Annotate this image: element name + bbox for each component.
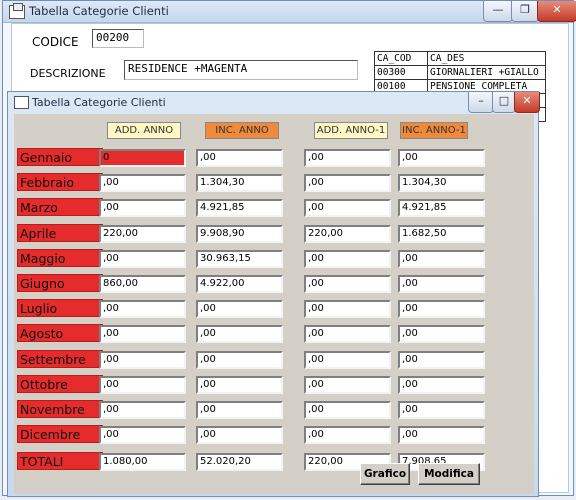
value-field[interactable]: ,00 [99,350,186,369]
maximize-button[interactable]: □ [492,92,516,113]
descrizione-input[interactable]: RESIDENCE +MAGENTA [124,60,358,80]
value-field[interactable]: 4.922,00 [196,275,283,293]
value-field[interactable]: ,00 [304,275,391,293]
column-header: INC. ANNO-1 [400,122,468,139]
value-field[interactable]: ,00 [99,300,186,319]
value-field[interactable]: ,00 [304,174,391,193]
month-label: Dicembre [17,425,103,444]
close-button[interactable]: ✕ [537,1,576,22]
value-field[interactable]: ,00 [99,174,186,193]
foreground-title-bar[interactable]: Tabella Categorie Clienti – □ ✕ [8,92,540,114]
value-field[interactable]: ,00 [99,426,186,445]
descrizione-label: DESCRIZIONE [30,67,106,80]
value-field[interactable]: 4.921,85 [196,199,283,218]
value-field[interactable]: ,00 [304,401,391,419]
month-label: Agosto [17,324,103,343]
value-field[interactable]: 220,00 [304,224,391,243]
total-field: 52.020,20 [196,453,283,472]
app-icon [14,96,29,109]
totals-label: TOTALI [17,452,103,471]
month-label: Gennaio [17,148,103,166]
foreground-client-area: ADD. ANNO INC. ANNO ADD. ANNO-1 INC. ANNO-1… [14,114,534,494]
column-header: INC. ANNO [205,122,279,139]
value-field[interactable]: ,00 [304,426,391,445]
value-field[interactable]: 30.963,15 [196,249,283,268]
table-row[interactable]: 00300 GIORNALIERI +GIALLO [374,65,546,80]
minimize-button[interactable]: – [468,92,494,113]
value-field[interactable]: ,00 [99,401,186,419]
minimize-button[interactable]: — [483,1,513,22]
value-field[interactable]: ,00 [398,350,485,369]
month-label: Aprile [17,223,103,242]
value-field[interactable]: ,00 [196,401,283,419]
table-header-row: CA_COD CA_DES [374,51,546,66]
table-cell[interactable]: GIORNALIERI +GIALLO [427,65,546,80]
month-label: Febbraio [17,173,103,192]
value-field[interactable]: ,00 [196,149,283,167]
value-field[interactable]: ,00 [304,300,391,319]
month-label: Novembre [17,400,103,418]
value-field[interactable]: ,00 [398,275,485,293]
value-field[interactable]: ,00 [304,249,391,268]
value-field[interactable]: ,00 [398,401,485,419]
value-field[interactable]: ,00 [398,149,485,167]
month-label: Giugno [17,274,103,292]
maximize-button[interactable]: ❐ [511,1,539,22]
month-label: Marzo [17,198,103,217]
column-header: ADD. ANNO [107,122,181,139]
table-cell[interactable]: 00300 [374,65,428,80]
month-label: Luglio [17,299,103,318]
value-field[interactable]: ,00 [196,300,283,319]
value-field[interactable]: ,00 [99,375,186,394]
column-header: ADD. ANNO-1 [314,122,388,139]
background-title-bar[interactable]: Tabella Categorie Clienti — ❐ ✕ [3,1,576,23]
value-field[interactable]: ,00 [398,426,485,445]
app-icon [9,3,25,19]
value-field[interactable]: ,00 [99,325,186,344]
value-field[interactable]: 220,00 [99,224,186,243]
grafico-button[interactable]: Grafico [360,463,410,485]
value-field[interactable]: 4.921,85 [398,199,485,218]
value-field[interactable]: ,00 [196,426,283,445]
background-window-title: Tabella Categorie Clienti [29,4,169,18]
modifica-button[interactable]: Modifica [418,463,480,485]
value-field[interactable]: ,00 [99,199,186,218]
value-field[interactable]: 1.682,50 [398,224,485,243]
codice-label: CODICE [32,35,79,49]
foreground-window-title: Tabella Categorie Clienti [32,96,166,109]
value-field[interactable]: ,00 [398,249,485,268]
value-field[interactable]: ,00 [196,375,283,394]
value-field[interactable]: 1.304,30 [196,174,283,193]
value-field[interactable]: ,00 [398,325,485,344]
value-field[interactable]: 0 [99,149,186,167]
month-label: Maggio [17,248,103,267]
foreground-window: Tabella Categorie Clienti – □ ✕ ADD. ANN… [7,91,540,497]
codice-input[interactable]: 00200 [92,29,144,48]
value-field[interactable]: 1.304,30 [398,174,485,193]
close-button[interactable]: ✕ [514,92,540,113]
column-header: CA_COD [374,51,428,66]
value-field[interactable]: 860,00 [99,275,186,293]
value-field[interactable]: ,00 [304,325,391,344]
value-field[interactable]: ,00 [196,350,283,369]
value-field[interactable]: 9.908,90 [196,224,283,243]
month-label: Ottobre [17,374,103,393]
value-field[interactable]: ,00 [304,375,391,394]
value-field[interactable]: ,00 [196,325,283,344]
value-field[interactable]: ,00 [398,300,485,319]
value-field[interactable]: ,00 [398,375,485,394]
value-field[interactable]: ,00 [304,199,391,218]
value-field[interactable]: ,00 [304,350,391,369]
value-field[interactable]: ,00 [304,149,391,167]
total-field: 1.080,00 [99,453,186,472]
month-label: Settembre [17,349,103,368]
value-field[interactable]: ,00 [99,249,186,268]
column-header: CA_DES [427,51,546,66]
